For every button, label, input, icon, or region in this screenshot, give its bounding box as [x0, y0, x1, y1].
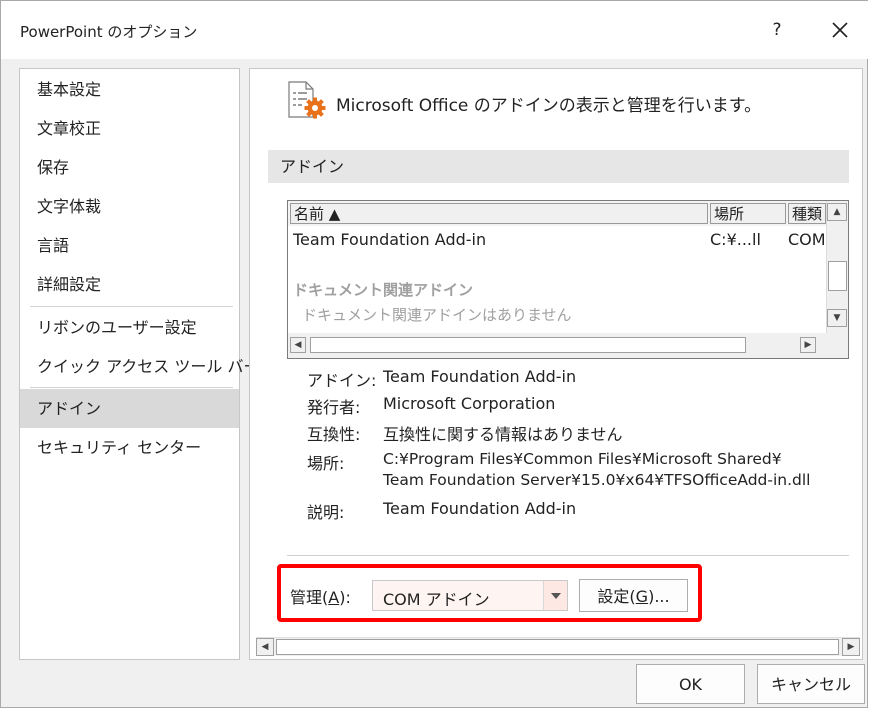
location-label: 場所: — [307, 454, 345, 473]
scroll-thumb[interactable] — [276, 639, 839, 655]
scroll-right-icon[interactable]: ▶ — [842, 638, 860, 656]
list-item[interactable]: Team Foundation Add-in C:¥...ll COM — [288, 230, 826, 252]
location-value-line-2: Team Foundation Server¥15.0¥x64¥TFSOffic… — [383, 471, 811, 489]
description-label: 説明: — [307, 503, 345, 522]
scroll-down-icon[interactable]: ▼ — [827, 309, 847, 327]
sidebar-item-typography[interactable]: 文字体裁 — [20, 187, 239, 226]
addin-value: Team Foundation Add-in — [383, 367, 577, 386]
sidebar-item-proofing[interactable]: 文章校正 — [20, 109, 239, 148]
scroll-right-icon[interactable]: ▶ — [800, 337, 816, 353]
item-type: COM — [788, 230, 826, 249]
panel-header: Microsoft Office のアドインの表示と管理を行います。 — [336, 96, 762, 116]
list-header: 名前 ▲ 場所 種類 — [288, 201, 826, 226]
manage-label: 管理(A): — [290, 588, 351, 607]
sidebar-item-addins[interactable]: アドイン — [20, 389, 239, 428]
addin-label: アドイン: — [307, 371, 377, 390]
help-button[interactable]: ? — [765, 15, 789, 45]
close-icon[interactable] — [825, 15, 855, 45]
manage-dropdown[interactable]: COM アドイン — [372, 580, 568, 611]
item-location: C:¥...ll — [710, 230, 761, 249]
sidebar-item-advanced[interactable]: 詳細設定 — [20, 265, 239, 304]
compat-value: 互換性に関する情報はありません — [383, 425, 623, 444]
scroll-left-icon[interactable]: ◀ — [256, 638, 274, 656]
location-value-line-1: C:¥Program Files¥Common Files¥Microsoft … — [383, 450, 782, 468]
column-name[interactable]: 名前 ▲ — [290, 203, 708, 224]
sidebar-item-save[interactable]: 保存 — [20, 148, 239, 187]
chevron-down-icon[interactable] — [543, 581, 567, 610]
list-vertical-scrollbar[interactable]: ▲ ▼ — [826, 201, 848, 333]
compat-label: 互換性: — [307, 425, 361, 444]
publisher-value: Microsoft Corporation — [383, 394, 556, 413]
sidebar-divider — [30, 306, 233, 307]
cancel-button[interactable]: キャンセル — [757, 664, 865, 704]
item-name: Team Foundation Add-in — [293, 230, 487, 249]
sidebar-item-general[interactable]: 基本設定 — [20, 70, 239, 109]
ok-button[interactable]: OK — [636, 664, 745, 704]
list-horizontal-scrollbar[interactable]: ◀ ▶ — [288, 333, 848, 358]
sidebar-divider — [30, 387, 233, 388]
description-value: Team Foundation Add-in — [383, 499, 577, 518]
scroll-up-icon[interactable]: ▲ — [827, 203, 847, 221]
scroll-left-icon[interactable]: ◀ — [290, 337, 306, 353]
sidebar-item-trust-center[interactable]: セキュリティ センター — [20, 428, 239, 467]
addins-panel: Microsoft Office のアドインの表示と管理を行います。 アドイン … — [249, 68, 863, 660]
window-title: PowerPoint のオプション — [20, 23, 198, 41]
scroll-thumb[interactable] — [828, 261, 847, 291]
options-dialog: PowerPoint のオプション ? 基本設定 文章校正 保存 文字体裁 言語… — [0, 0, 869, 708]
go-button[interactable]: 設定(G)... — [579, 579, 688, 612]
title-bar: PowerPoint のオプション ? — [1, 1, 869, 59]
publisher-label: 発行者: — [307, 398, 361, 417]
scroll-thumb[interactable] — [310, 337, 746, 353]
addin-gear-icon — [288, 79, 328, 125]
addins-list[interactable]: 名前 ▲ 場所 種類 Team Foundation Add-in C:¥...… — [287, 200, 849, 359]
sidebar-item-quick-access-toolbar[interactable]: クイック アクセス ツール バー — [20, 347, 259, 386]
category-sidebar: 基本設定 文章校正 保存 文字体裁 言語 詳細設定 リボンのユーザー設定 クイッ… — [19, 68, 259, 660]
group-header: ドキュメント関連アドイン — [293, 281, 474, 299]
manage-dropdown-value: COM アドイン — [383, 590, 490, 609]
details-divider — [287, 555, 849, 556]
column-type[interactable]: 種類 — [788, 203, 826, 224]
sidebar-item-customize-ribbon[interactable]: リボンのユーザー設定 — [20, 308, 239, 347]
group-empty-text: ドキュメント関連アドインはありません — [302, 306, 572, 324]
column-location[interactable]: 場所 — [710, 203, 786, 224]
sidebar-item-language[interactable]: 言語 — [20, 226, 239, 265]
section-title: アドイン — [268, 150, 849, 183]
panel-horizontal-scrollbar[interactable]: ◀ ▶ — [256, 637, 860, 656]
